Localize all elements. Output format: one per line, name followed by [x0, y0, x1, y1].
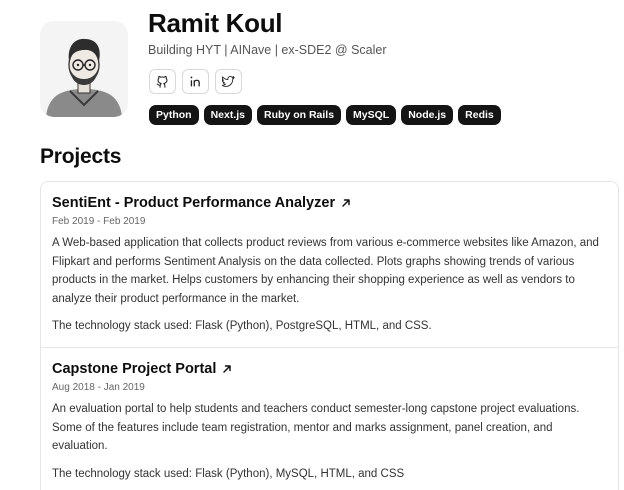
linkedin-icon — [190, 76, 200, 87]
social-links — [149, 69, 242, 94]
skill-tags: Python Next.js Ruby on Rails MySQL Node.… — [149, 105, 501, 125]
profile-name: Ramit Koul — [148, 8, 283, 38]
project-description: An evaluation portal to help students an… — [52, 403, 580, 452]
project-description: A Web-based application that collects pr… — [52, 237, 599, 305]
project-title[interactable]: SentiEnt - Product Performance Analyzer — [52, 194, 335, 212]
projects-list: SentiEnt - Product Performance Analyzer … — [40, 181, 619, 490]
project-dates: Aug 2018 - Jan 2019 — [52, 382, 145, 393]
profile-tagline: Building HYT | AINave | ex-SDE2 @ Scaler — [148, 43, 387, 57]
twitter-link[interactable] — [215, 69, 242, 94]
project-title[interactable]: Capstone Project Portal — [52, 360, 216, 378]
github-icon — [156, 75, 168, 88]
skill-tag-python: Python — [149, 105, 199, 125]
skill-tag-nodejs: Node.js — [401, 105, 454, 125]
project-title-link[interactable]: Capstone Project Portal — [52, 360, 606, 378]
external-link-arrow-icon[interactable] — [341, 198, 351, 208]
projects-heading: Projects — [40, 145, 122, 168]
project-dates: Feb 2019 - Feb 2019 — [52, 216, 146, 227]
skill-tag-ruby-on-rails: Ruby on Rails — [257, 105, 342, 125]
skill-tag-redis: Redis — [458, 105, 501, 125]
profile-header: Ramit Koul Building HYT | AINave | ex-SD… — [40, 8, 600, 134]
avatar-illustration — [40, 21, 128, 117]
avatar — [40, 21, 128, 117]
project-card: Capstone Project Portal Aug 2018 - Jan 2… — [41, 348, 618, 490]
skill-tag-nextjs: Next.js — [203, 105, 253, 125]
project-card: SentiEnt - Product Performance Analyzer … — [41, 182, 618, 348]
github-link[interactable] — [149, 69, 176, 94]
twitter-icon — [222, 76, 235, 87]
project-tech-stack: The technology stack used: Flask (Python… — [52, 467, 405, 480]
skill-tag-mysql: MySQL — [346, 105, 397, 125]
linkedin-link[interactable] — [182, 69, 209, 94]
external-link-arrow-icon[interactable] — [222, 364, 232, 374]
project-tech-stack: The technology stack used: Flask (Python… — [52, 320, 432, 332]
project-title-link[interactable]: SentiEnt - Product Performance Analyzer — [52, 194, 606, 212]
